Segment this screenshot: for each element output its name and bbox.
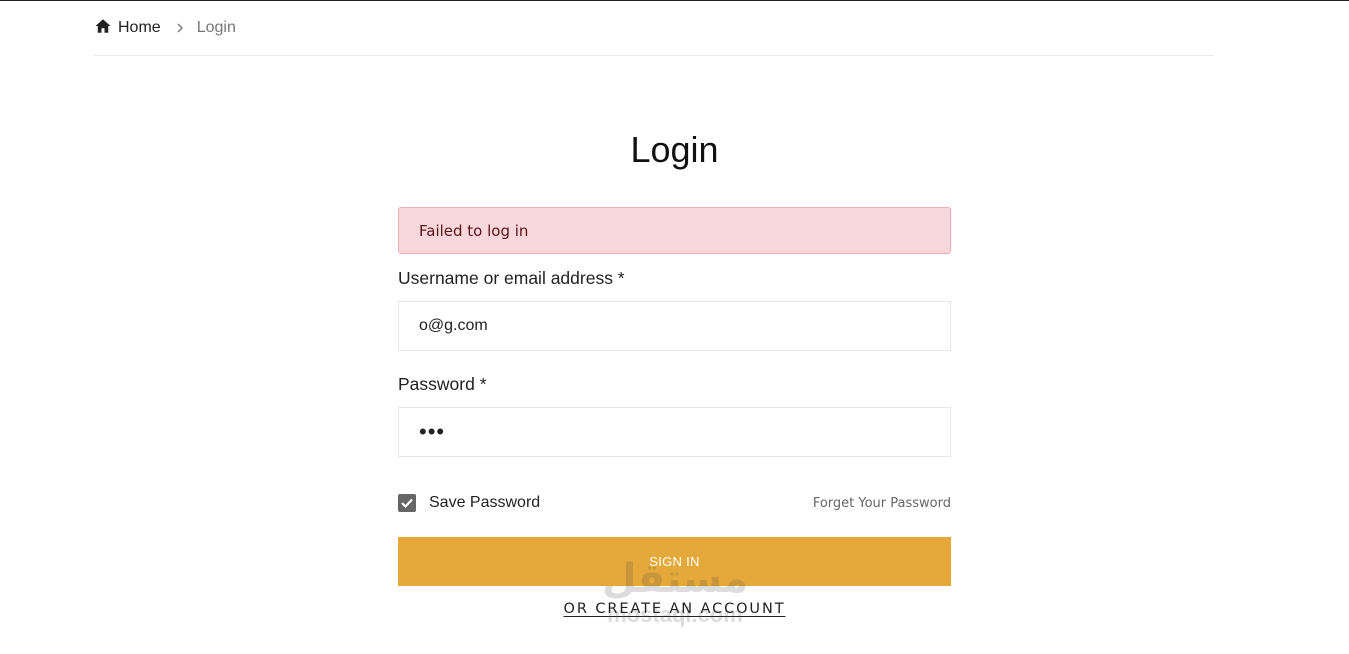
breadcrumb-current: Login — [196, 19, 236, 36]
password-value: ••• — [419, 419, 446, 444]
check-icon — [401, 498, 413, 509]
error-alert-message: Failed to log in — [419, 221, 529, 240]
breadcrumb: Home Login — [94, 1, 1214, 56]
save-password-label: Save Password — [429, 494, 541, 511]
breadcrumb-home-label: Home — [118, 19, 161, 36]
username-label: Username or email address * — [398, 268, 625, 288]
home-icon — [95, 19, 111, 33]
password-label: Password * — [398, 374, 487, 394]
save-password-toggle: Save Password — [398, 494, 540, 512]
create-account-link[interactable]: OR CREATE AN ACCOUNT — [398, 601, 951, 617]
save-password-row: Save Password Forget Your Password — [398, 493, 951, 513]
password-input[interactable]: ••• — [398, 407, 951, 457]
username-input[interactable]: o@g.com — [398, 301, 951, 351]
sign-in-button[interactable]: SIGN IN — [398, 537, 951, 586]
breadcrumb-home-link[interactable]: Home — [94, 19, 161, 37]
chevron-right-icon — [175, 23, 185, 33]
username-value: o@g.com — [419, 317, 488, 334]
page-title: Login — [630, 129, 719, 170]
save-password-checkbox[interactable] — [398, 494, 416, 512]
error-alert: Failed to log in — [398, 207, 951, 254]
forgot-password-link[interactable]: Forget Your Password — [813, 496, 951, 511]
